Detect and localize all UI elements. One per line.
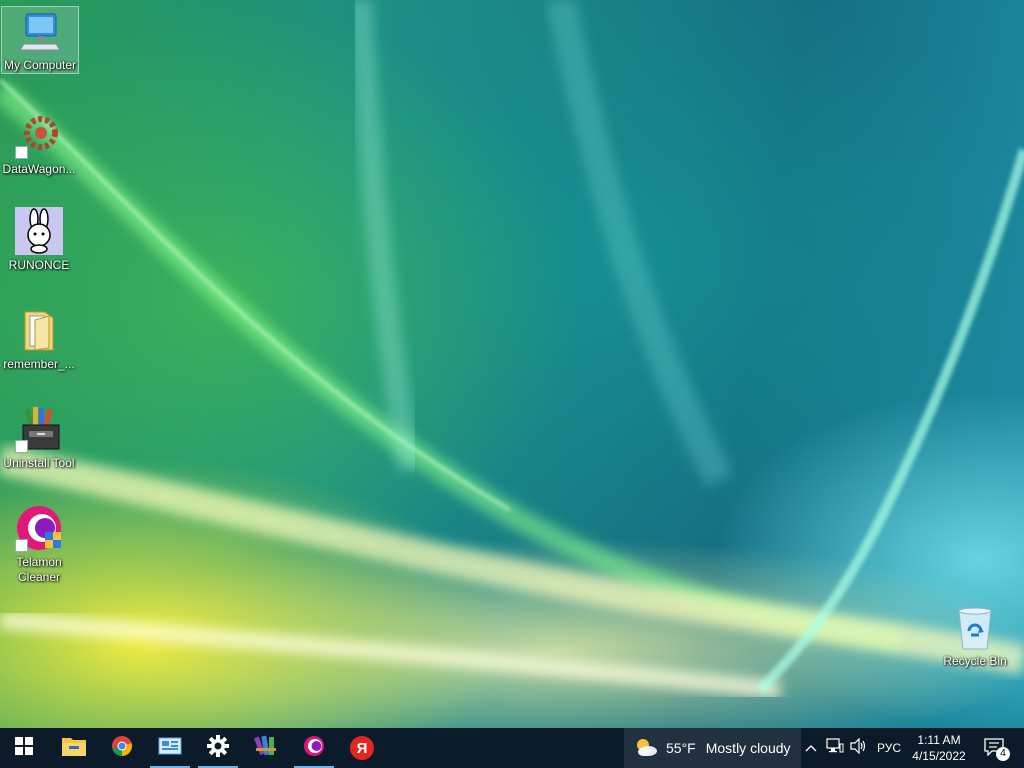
clock-date: 4/15/2022 — [912, 749, 966, 763]
desktop[interactable]: My Computer DataWagon... RUNONCE remembe… — [0, 0, 1024, 768]
desktop-icon-uninstall-tool[interactable]: Uninstall Tool — [1, 402, 77, 471]
taskbar-settings[interactable] — [194, 728, 242, 768]
taskbar: Я 55°F Mostly cloudy РУС 1:11 AM 4/15/20… — [0, 728, 1024, 768]
gear-icon — [207, 734, 229, 762]
desktop-icon-label: remember_... — [3, 357, 75, 371]
telamon-cleaner-icon — [15, 504, 63, 552]
weather-widget[interactable]: 55°F Mostly cloudy — [624, 728, 801, 768]
taskbar-telamon-cleaner[interactable] — [290, 728, 338, 768]
desktop-icon-datawagon[interactable]: DataWagon... — [1, 108, 77, 177]
clock-button[interactable]: 1:11 AM 4/15/2022 — [906, 728, 972, 768]
shortcut-arrow-icon — [15, 440, 28, 453]
telamon-cleaner-icon — [303, 735, 325, 762]
speaker-icon — [850, 737, 868, 759]
desktop-icon-label: Recycle Bin — [943, 654, 1007, 668]
input-language-button[interactable]: РУС — [873, 728, 905, 768]
file-explorer-icon — [62, 736, 86, 761]
network-tray-button[interactable] — [824, 728, 846, 768]
datawagon-icon — [15, 111, 63, 159]
desktop-icon-label: My Computer — [3, 58, 77, 72]
winrar-icon — [254, 734, 278, 763]
desktop-icon-label: DataWagon... — [2, 162, 76, 176]
taskbar-winrar[interactable] — [242, 728, 290, 768]
start-button[interactable] — [0, 728, 48, 768]
desktop-icon-label: Uninstall Tool — [3, 456, 75, 470]
notification-count-badge: 4 — [996, 747, 1010, 761]
taskbar-control-panel[interactable] — [146, 728, 194, 768]
uninstall-tool-icon — [15, 405, 63, 453]
taskbar-chrome[interactable] — [98, 728, 146, 768]
clock-time: 1:11 AM — [917, 733, 961, 747]
computer-icon — [16, 10, 64, 55]
shortcut-arrow-icon — [15, 539, 28, 552]
desktop-icon-recycle-bin[interactable]: Recycle Bin — [937, 600, 1013, 669]
windows-start-icon — [15, 736, 33, 760]
desktop-icon-label: RUNONCE — [8, 258, 70, 272]
partly-cloudy-icon — [634, 737, 658, 760]
bunny-icon — [15, 207, 63, 255]
action-center-button[interactable]: 4 — [978, 728, 1012, 768]
volume-tray-button[interactable] — [848, 728, 870, 768]
shortcut-arrow-icon — [15, 146, 28, 159]
chevron-up-icon — [805, 739, 817, 757]
yandex-icon: Я — [350, 736, 374, 760]
desktop-icon-runonce[interactable]: RUNONCE — [1, 204, 77, 273]
desktop-icon-remember[interactable]: remember_... — [1, 303, 77, 372]
folder-icon — [15, 306, 63, 354]
chrome-icon — [111, 735, 133, 762]
desktop-icon-telamon-cleaner[interactable]: Telamon Cleaner — [1, 501, 77, 585]
desktop-icon-my-computer[interactable]: My Computer — [1, 6, 79, 74]
wallpaper-waves — [0, 0, 1024, 699]
weather-condition: Mostly cloudy — [705, 740, 791, 756]
notification-icon: 4 — [984, 738, 1010, 761]
recycle-bin-icon — [951, 603, 999, 651]
taskbar-yandex[interactable]: Я — [338, 728, 386, 768]
desktop-icon-label: Telamon Cleaner — [16, 555, 62, 584]
taskbar-file-explorer[interactable] — [50, 728, 98, 768]
weather-temperature: 55°F — [666, 740, 696, 756]
control-panel-icon — [158, 736, 182, 761]
show-hidden-icons-button[interactable] — [801, 728, 821, 768]
network-icon — [826, 737, 844, 759]
